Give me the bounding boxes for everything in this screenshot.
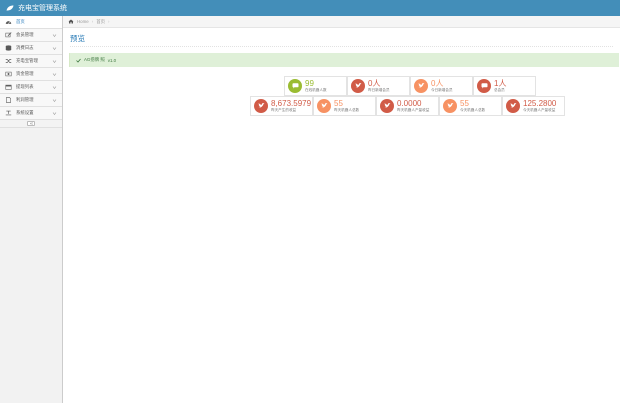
sidebar-item-label: 首页: [16, 19, 25, 24]
app-title: 充电宝管理系统: [18, 5, 67, 12]
twitter-icon: [506, 99, 520, 113]
sidebar-item-label: 资金管理: [16, 71, 34, 76]
sidebar-item-0[interactable]: 首页: [0, 16, 62, 29]
stat-box: 55 今天机器人总数: [439, 96, 502, 116]
stat-box: 0人 今日新增会员: [410, 76, 473, 96]
twitter-icon: [317, 99, 331, 113]
stat-box: 8,673.5979 昨天产生的收益: [250, 96, 313, 116]
sidebar-item-label: 提现列表: [16, 84, 34, 89]
stat-label: 今天机器人总数: [460, 107, 486, 112]
home-icon: [68, 19, 74, 24]
check-icon: [76, 58, 81, 63]
alert-text: AG捞牌 照: [84, 57, 105, 62]
twitter-icon: [414, 79, 428, 93]
stat-box: 125.2800 今天机器人产量收益: [502, 96, 565, 116]
sidebar-item-label: 消费日志: [16, 45, 34, 50]
stat-box: 0人 昨日新增会员: [347, 76, 410, 96]
sidebar-item-5[interactable]: 提现列表: [0, 81, 62, 94]
stat-value: 125.2800: [523, 98, 557, 108]
stats-row-1: 99 在线机器人数 0人 昨日新增会员 0人 今日新增会员 1人 总会员: [284, 76, 536, 96]
stat-value: 99: [305, 78, 314, 88]
sidebar-item-1[interactable]: 会员管理: [0, 29, 62, 42]
stat-label: 总会员: [494, 87, 505, 92]
sidebar-item-label: 利润管理: [16, 97, 34, 102]
stat-label: 昨天产生的收益: [271, 107, 297, 112]
chevron-down-icon: [52, 73, 57, 76]
twitter-icon: [254, 99, 268, 113]
chevron-down-icon: [52, 99, 57, 102]
top-navbar: 充电宝管理系统: [0, 0, 620, 16]
sidebar-item-6[interactable]: 利润管理: [0, 94, 62, 107]
chevron-down-icon: [52, 112, 57, 115]
chevron-down-icon: [52, 60, 57, 63]
sidebar-item-label: 系统设置: [16, 110, 34, 115]
comments-icon: [477, 79, 491, 93]
database-icon: [5, 45, 12, 51]
sidebar-item-2[interactable]: 消费日志: [0, 42, 62, 55]
twitter-icon: [380, 99, 394, 113]
stat-label: 在线机器人数: [305, 87, 327, 92]
stat-box: 1人 总会员: [473, 76, 536, 96]
chevron-down-icon: [52, 86, 57, 89]
file-icon: [5, 97, 12, 103]
brand[interactable]: 充电宝管理系统: [6, 3, 67, 13]
edit-icon: [5, 32, 12, 38]
money-icon: [5, 71, 12, 77]
stat-value: 55: [460, 98, 469, 108]
alert-version: v1.0: [107, 57, 117, 63]
sidebar-menu: 首页会员管理消费日志充电宝管理资金管理提现列表利润管理系统设置: [0, 16, 62, 120]
chevron-down-icon: [52, 34, 57, 37]
sidebar-item-3[interactable]: 充电宝管理: [0, 55, 62, 68]
stat-box: 99 在线机器人数: [284, 76, 347, 96]
sidebar-collapse[interactable]: [0, 120, 62, 128]
title-divider: [70, 46, 613, 47]
stat-value: 0人: [431, 78, 444, 88]
stat-label: 今天机器人产量收益: [523, 107, 556, 112]
sidebar-item-4[interactable]: 资金管理: [0, 68, 62, 81]
stat-value: 8,673.5979: [271, 98, 312, 108]
alert-success: AG捞牌 照 v1.0: [69, 53, 619, 67]
breadcrumb-separator-end: ›: [107, 19, 110, 24]
main-content: Home › 首页 › 预览 AG捞牌 照 v1.0 99 在线机器人数 0人 昨日新…: [63, 16, 620, 403]
sidebar-item-label: 会员管理: [16, 32, 34, 37]
stats-row-2: 8,673.5979 昨天产生的收益 55 昨天机器人总数 0.0000 昨天机器人产量收…: [250, 96, 565, 116]
breadcrumb-separator: ›: [91, 19, 94, 24]
stat-box: 0.0000 昨天机器人产量收益: [376, 96, 439, 116]
stat-value: 55: [334, 98, 343, 108]
random-icon: [5, 58, 12, 64]
breadcrumb-home[interactable]: Home: [77, 19, 89, 24]
twitter-icon: [351, 79, 365, 93]
tachometer-icon: [5, 19, 12, 25]
text-width-icon: [5, 110, 12, 116]
stat-label: 昨日新增会员: [368, 87, 390, 92]
stat-value: 0人: [368, 78, 381, 88]
sidebar-item-label: 充电宝管理: [16, 58, 38, 63]
twitter-icon: [443, 99, 457, 113]
double-angle-left-icon: [27, 121, 35, 126]
stat-label: 昨天机器人总数: [334, 107, 360, 112]
comments-icon: [288, 79, 302, 93]
breadcrumb-current: 首页: [96, 18, 105, 24]
leaf-icon: [6, 5, 14, 11]
chevron-down-icon: [52, 47, 57, 50]
stat-label: 昨天机器人产量收益: [397, 107, 430, 112]
sidebar-item-7[interactable]: 系统设置: [0, 107, 62, 120]
stat-value: 1人: [494, 78, 507, 88]
stat-label: 今日新增会员: [431, 87, 453, 92]
stat-box: 55 昨天机器人总数: [313, 96, 376, 116]
calendar-icon: [5, 84, 12, 90]
page-title: 预览: [70, 34, 85, 43]
breadcrumb: Home › 首页 ›: [63, 16, 620, 28]
stat-value: 0.0000: [397, 98, 422, 108]
sidebar: 首页会员管理消费日志充电宝管理资金管理提现列表利润管理系统设置: [0, 16, 63, 403]
